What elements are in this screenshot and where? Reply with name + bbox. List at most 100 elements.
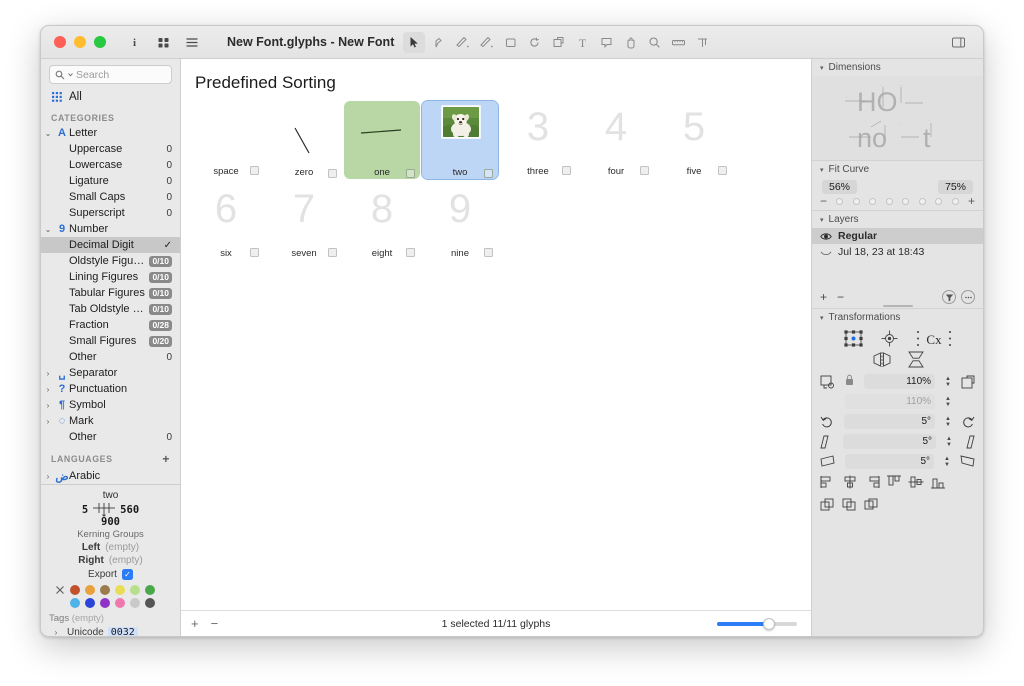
tags-value[interactable]: (empty) <box>72 613 104 624</box>
glyph-cell[interactable]: 5 five <box>656 101 732 179</box>
pencil-tool[interactable] <box>475 32 497 53</box>
scale-up-icon[interactable] <box>961 375 975 389</box>
glyph-cell[interactable]: 9 nine <box>422 183 498 261</box>
align-center-horizontal-icon[interactable] <box>842 475 858 492</box>
swatch-purple[interactable] <box>100 598 110 608</box>
glyph-cell[interactable]: one <box>344 101 420 179</box>
sidebar-item-lining-figures[interactable]: Lining Figures 0/10 <box>41 269 180 285</box>
sidebar-item-small-figures[interactable]: Small Figures 0/20 <box>41 333 180 349</box>
swatch-pink[interactable] <box>115 598 125 608</box>
swatch-yellow[interactable] <box>115 585 125 595</box>
fit-curve-header[interactable]: ▾ Fit Curve <box>812 161 983 178</box>
glyph-badge-icon[interactable] <box>562 166 571 175</box>
slant-value-field[interactable]: 5° <box>843 434 937 449</box>
sidebar-item-lowercase[interactable]: Lowercase 0 <box>41 157 180 173</box>
remove-layer-button[interactable]: − <box>837 290 844 304</box>
rotate-clockwise-icon[interactable] <box>961 415 975 429</box>
sidebar-item-separator[interactable]: › ␣ Separator <box>41 365 180 381</box>
glyph-badge-icon[interactable] <box>250 248 259 257</box>
fit-curve-dot[interactable] <box>935 197 943 205</box>
subtract-shapes-icon[interactable] <box>842 498 858 515</box>
scale-secondary-field[interactable]: 110% <box>845 394 936 409</box>
glyph-badge-icon[interactable] <box>718 166 727 175</box>
glyph-badge-icon[interactable] <box>250 166 259 175</box>
swatch-dark-gray[interactable] <box>145 598 155 608</box>
glyph-width-value[interactable]: 900 <box>49 516 172 528</box>
sidebar-item-number[interactable]: ⌄ 9 Number <box>41 221 180 237</box>
eye-icon[interactable] <box>820 232 832 241</box>
fit-curve-decrease-button[interactable]: − <box>820 195 827 207</box>
sidebar-item-oldstyle-figures[interactable]: Oldstyle Figures 0/10 <box>41 253 180 269</box>
fit-curve-dot[interactable] <box>869 197 877 205</box>
draw-tool[interactable] <box>451 32 473 53</box>
zoom-slider-knob[interactable] <box>763 617 776 630</box>
fit-curve-dot[interactable] <box>902 197 910 205</box>
swatch-gray[interactable] <box>130 598 140 608</box>
chevron-right-icon[interactable]: › <box>41 417 55 426</box>
swatch-brown[interactable] <box>100 585 110 595</box>
glyph-badge-icon[interactable] <box>406 169 415 178</box>
zoom-tool[interactable] <box>643 32 665 53</box>
swatch-light-green[interactable] <box>130 585 140 595</box>
sidebar-item-punctuation[interactable]: ›? Punctuation <box>41 381 180 397</box>
layer-options-button[interactable] <box>961 290 975 304</box>
no-color-icon[interactable] <box>55 585 65 595</box>
rotate-counterclockwise-icon[interactable] <box>820 415 834 429</box>
right-sidebearing-value[interactable]: 560 <box>120 504 139 516</box>
layer-row[interactable]: Regular <box>812 228 983 244</box>
flip-vertical-icon[interactable] <box>907 351 924 368</box>
select-tool[interactable] <box>403 31 425 53</box>
glyph-badge-icon[interactable] <box>328 169 337 178</box>
sidebar-item-all[interactable]: All <box>41 88 180 106</box>
glyph-badge-icon[interactable] <box>484 248 493 257</box>
glyph-cell[interactable]: 6 six <box>188 183 264 261</box>
align-top-icon[interactable] <box>886 475 902 492</box>
dimensions-header[interactable]: ▾ Dimensions <box>812 59 983 76</box>
sidebar-item-small-caps[interactable]: Small Caps 0 <box>41 189 180 205</box>
grid-view-icon[interactable] <box>150 31 176 53</box>
chevron-right-icon[interactable]: › <box>41 472 55 481</box>
intersect-shapes-icon[interactable] <box>864 498 880 515</box>
layer-row[interactable]: Jul 18, 23 at 18:43 <box>812 244 983 260</box>
swatch-red[interactable] <box>70 585 80 595</box>
info-icon[interactable]: i <box>121 31 147 53</box>
pen-tool[interactable] <box>427 32 449 53</box>
layer-filter-button[interactable] <box>942 290 956 304</box>
glyph-cell[interactable]: two <box>421 100 499 180</box>
text-preview-tool[interactable] <box>691 32 713 53</box>
fit-curve-dot[interactable] <box>852 197 860 205</box>
rotate-value-field[interactable]: 5° <box>844 414 936 429</box>
glyph-cell[interactable]: 8 eight <box>344 183 420 261</box>
glyph-badge-icon[interactable] <box>640 166 649 175</box>
sidebar-item-mark[interactable]: › ◌ Mark <box>41 413 180 429</box>
transform-center-icon[interactable] <box>881 330 898 347</box>
fit-curve-dot[interactable] <box>951 197 959 205</box>
annotation-tool[interactable] <box>595 32 617 53</box>
swatch-green[interactable] <box>145 585 155 595</box>
fit-curve-dot[interactable] <box>885 197 893 205</box>
sidebar-item-arabic[interactable]: › ض Arabic <box>41 468 180 484</box>
fit-curve-dot[interactable] <box>836 197 844 205</box>
align-left-icon[interactable] <box>820 475 836 492</box>
sidebar-item-letter[interactable]: ⌄ A Letter <box>41 125 180 141</box>
skew-stepper[interactable]: ▲ ▼ <box>944 456 950 468</box>
chevron-right-icon[interactable]: › <box>41 385 55 394</box>
export-checkbox[interactable]: ✓ <box>121 569 133 580</box>
skew-left-icon[interactable] <box>820 455 835 468</box>
flip-horizontal-icon[interactable] <box>872 352 892 367</box>
glyph-badge-icon[interactable] <box>484 169 493 178</box>
fit-curve-right-value[interactable]: 75% <box>937 180 973 194</box>
glyph-cell[interactable]: zero <box>266 101 342 179</box>
layers-header[interactable]: ▾ Layers <box>812 211 983 228</box>
swatch-blue[interactable] <box>85 598 95 608</box>
glyph-cell[interactable]: 7 seven <box>266 183 342 261</box>
rectangle-tool[interactable] <box>499 32 521 53</box>
sidebar-item-symbol[interactable]: › ¶ Symbol <box>41 397 180 413</box>
sidebar-item-other[interactable]: Other 0 <box>41 429 180 445</box>
minimize-window-button[interactable] <box>74 36 86 48</box>
zoom-slider[interactable] <box>717 617 797 630</box>
sidebar-item-superscript[interactable]: Superscript 0 <box>41 205 180 221</box>
left-sidebearing-value[interactable]: 5 <box>82 504 88 516</box>
search-input[interactable]: Search <box>49 65 172 84</box>
lock-icon[interactable] <box>845 374 854 389</box>
